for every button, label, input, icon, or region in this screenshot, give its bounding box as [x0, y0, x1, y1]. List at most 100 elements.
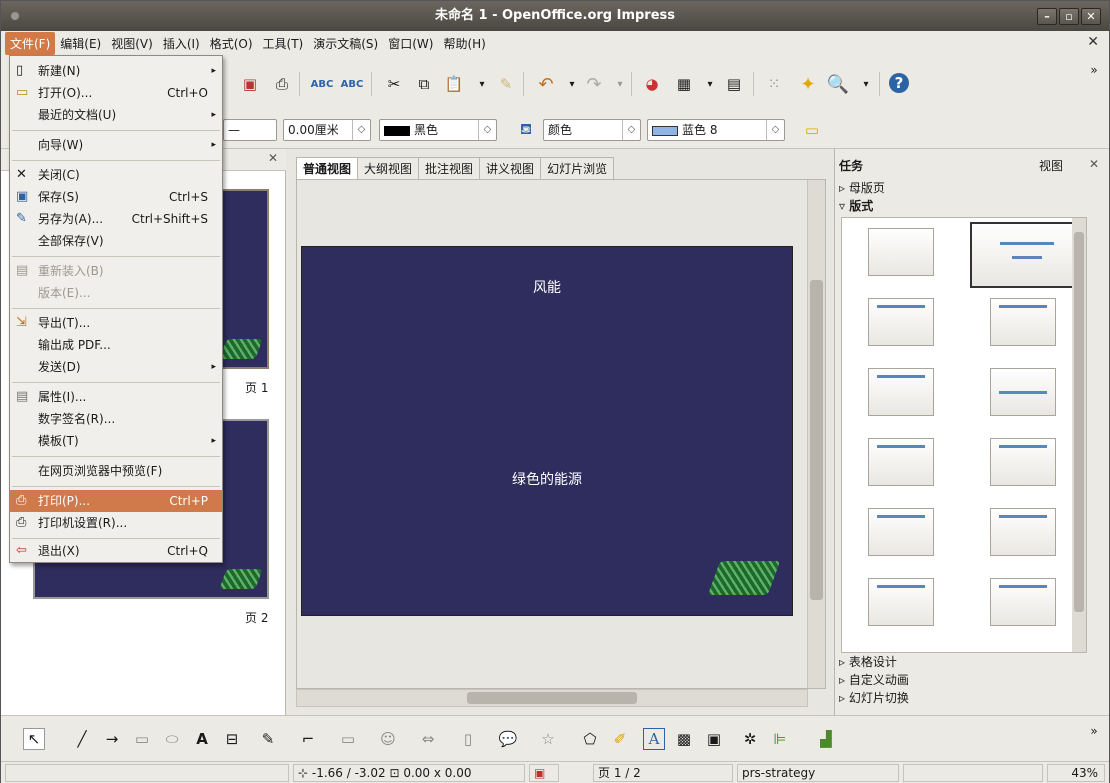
export-pdf-icon[interactable]: ▣	[239, 73, 261, 95]
menu-item-export-pdf[interactable]: 输出成 PDF...	[10, 334, 222, 356]
effects-icon[interactable]: ✲	[739, 728, 761, 750]
layout-centered-text[interactable]	[990, 368, 1056, 416]
layouts-scrollbar[interactable]	[1072, 218, 1086, 652]
table-design-section[interactable]: ▹ 表格设计	[839, 653, 897, 670]
layout-two-content[interactable]	[990, 298, 1056, 346]
menu-edit[interactable]: 编辑(E)	[55, 32, 106, 55]
menu-item-printer-settings[interactable]: ⎙ 打印机设置(R)...	[10, 512, 222, 534]
layout-blank[interactable]	[868, 228, 934, 276]
layout-text-chart[interactable]	[868, 578, 934, 626]
rectangle-tool-icon[interactable]: ▭	[131, 728, 153, 750]
spellcheck-icon[interactable]: ABC	[311, 73, 334, 95]
arrange-icon[interactable]: ▟	[815, 728, 837, 750]
flowchart-icon[interactable]: ▯	[457, 728, 479, 750]
line-style-select[interactable]: —	[223, 119, 277, 141]
zoom-dropdown-icon[interactable]: ▾	[855, 73, 877, 95]
undo-icon[interactable]: ↶	[535, 73, 557, 95]
format-paintbrush-icon[interactable]: ✎	[495, 73, 517, 95]
custom-animation-section[interactable]: ▹ 自定义动画	[839, 671, 909, 688]
redo-dropdown-icon[interactable]: ▾	[609, 73, 631, 95]
menu-item-save[interactable]: ▣ 保存(S) Ctrl+S	[10, 186, 222, 208]
connector-tool-icon[interactable]: ⌐	[297, 728, 319, 750]
layout-title-centered[interactable]	[868, 368, 934, 416]
menu-item-versions[interactable]: 版本(E)...	[10, 282, 222, 304]
menu-item-reload[interactable]: ▤ 重新装入(B)	[10, 260, 222, 282]
menu-item-open[interactable]: ▭ 打开(O)... Ctrl+O	[10, 82, 222, 104]
line-color-select[interactable]: 黑色 ◇	[379, 119, 497, 141]
zoom-indicator[interactable]: 43%	[1047, 764, 1105, 782]
symbol-shapes-icon[interactable]: ☺	[377, 728, 399, 750]
paste-icon[interactable]: 📋	[443, 73, 465, 95]
layout-title-area[interactable]	[868, 438, 934, 486]
slide-canvas[interactable]: 风能 绿色的能源	[296, 179, 826, 689]
area-color-select[interactable]: 蓝色 8 ◇	[647, 119, 785, 141]
redo-icon[interactable]: ↷	[583, 73, 605, 95]
close-document-icon[interactable]: ✕	[1087, 34, 1099, 50]
menu-item-digital-signatures[interactable]: 数字签名(R)...	[10, 408, 222, 430]
glue-points-icon[interactable]: ✐	[609, 728, 631, 750]
display-icon[interactable]: ▤	[723, 73, 745, 95]
menu-presentation[interactable]: 演示文稿(S)	[308, 32, 383, 55]
navigator-icon[interactable]: ✦	[797, 73, 819, 95]
cut-icon[interactable]: ✂	[383, 73, 405, 95]
menu-item-new[interactable]: ▯ 新建(N) ▸	[10, 60, 222, 82]
shadow-icon[interactable]: ▭	[801, 119, 823, 141]
toolbar-overflow-icon[interactable]: »	[1083, 59, 1105, 81]
fit-text-icon[interactable]: ⊟	[221, 728, 243, 750]
gallery-icon[interactable]: ▣	[703, 728, 725, 750]
window-menu-icon[interactable]	[11, 12, 19, 20]
zoom-icon[interactable]: 🔍	[827, 73, 849, 95]
layout-image-text[interactable]	[990, 508, 1056, 556]
layout-table[interactable]	[868, 508, 934, 556]
block-arrows-icon[interactable]: ⇔	[417, 728, 439, 750]
layout-chart[interactable]	[990, 438, 1056, 486]
vertical-scroll-thumb[interactable]	[810, 280, 823, 600]
from-file-icon[interactable]: ▩	[673, 728, 695, 750]
menu-item-properties[interactable]: ▤ 属性(I)...	[10, 386, 222, 408]
area-style-spin-icon[interactable]: ◇	[622, 120, 640, 140]
menu-item-save-all[interactable]: 全部保存(V)	[10, 230, 222, 252]
menu-tools[interactable]: 工具(T)	[258, 32, 309, 55]
master-pages-section[interactable]: ▹ 母版页	[839, 179, 885, 196]
fontwork-icon[interactable]: A	[643, 728, 665, 750]
menu-item-save-as[interactable]: ✎ 另存为(A)... Ctrl+Shift+S	[10, 208, 222, 230]
menu-view[interactable]: 视图(V)	[106, 32, 158, 55]
menu-item-templates[interactable]: 模板(T) ▸	[10, 430, 222, 452]
close-tasks-icon[interactable]: ✕	[1089, 157, 1099, 171]
copy-icon[interactable]: ⧉	[413, 73, 435, 95]
layouts-scroll-thumb[interactable]	[1074, 232, 1084, 612]
ellipse-tool-icon[interactable]: ⬭	[161, 728, 183, 750]
menu-file[interactable]: 文件(F)	[5, 31, 56, 55]
line-width-field[interactable]: 0.00厘米 ◇	[283, 119, 371, 141]
minimize-button[interactable]: –	[1037, 8, 1057, 25]
line-tool-icon[interactable]: ╱	[71, 728, 93, 750]
slide-transition-section[interactable]: ▹ 幻灯片切换	[839, 689, 909, 706]
menu-item-print[interactable]: ⎙ 打印(P)... Ctrl+P	[10, 490, 222, 512]
layout-title-content[interactable]	[868, 298, 934, 346]
tab-normal[interactable]: 普通视图	[296, 157, 359, 179]
points-icon[interactable]: ⬠	[579, 728, 601, 750]
callouts-icon[interactable]: 💬	[497, 728, 519, 750]
menu-item-exit[interactable]: ⇦ 退出(X) Ctrl+Q	[10, 540, 222, 562]
tab-outline[interactable]: 大纲视图	[357, 157, 420, 179]
drawbar-overflow-icon[interactable]: »	[1083, 720, 1105, 742]
select-arrow-icon[interactable]: ↖	[23, 728, 45, 750]
paste-dropdown-icon[interactable]: ▾	[471, 73, 493, 95]
horizontal-scrollbar[interactable]	[296, 689, 808, 707]
basic-shapes-icon[interactable]: ▭	[337, 728, 359, 750]
menu-item-close[interactable]: ✕ 关闭(C)	[10, 164, 222, 186]
menu-format[interactable]: 格式(O)	[205, 32, 258, 55]
menu-window[interactable]: 窗口(W)	[383, 32, 438, 55]
menu-item-preview-browser[interactable]: 在网页浏览器中预览(F)	[10, 460, 222, 482]
maximize-button[interactable]: ▫	[1059, 8, 1079, 25]
curve-tool-icon[interactable]: ✎	[257, 728, 279, 750]
tab-notes[interactable]: 批注视图	[418, 157, 481, 179]
area-color-spin-icon[interactable]: ◇	[766, 120, 784, 140]
layout-title-only[interactable]	[970, 222, 1084, 288]
grid-icon[interactable]: ⁙	[763, 73, 785, 95]
print-icon[interactable]: ⎙	[271, 73, 293, 95]
menu-item-send[interactable]: 发送(D) ▸	[10, 356, 222, 378]
layouts-section[interactable]: ▿ 版式	[839, 197, 873, 214]
layout-text-image[interactable]	[990, 578, 1056, 626]
stars-icon[interactable]: ☆	[537, 728, 559, 750]
